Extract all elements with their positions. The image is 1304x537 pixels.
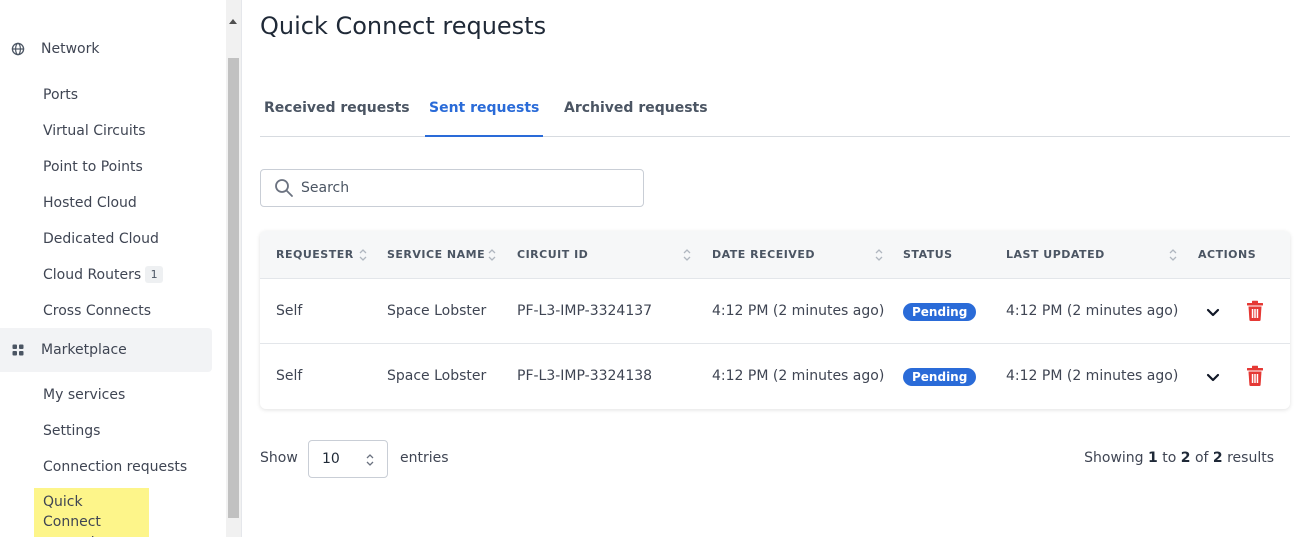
sort-icon[interactable]	[1168, 247, 1178, 263]
sidebar-item-label: Cloud Routers	[43, 267, 142, 283]
page-size-value: 10	[322, 451, 340, 467]
sidebar-item-connection-requests[interactable]: Connection requests	[43, 458, 187, 476]
delete-request-button[interactable]	[1245, 300, 1265, 322]
table-header: REQUESTER SERVICE NAME CIRCUIT ID DATE R…	[260, 231, 1290, 279]
grid-icon	[11, 343, 25, 357]
results-summary: Showing 1 to 2 of 2 results	[1084, 450, 1274, 466]
cell-service-name: Space Lobster	[387, 368, 487, 384]
sort-icon[interactable]	[487, 247, 497, 263]
sidebar-scrollbar[interactable]	[226, 0, 241, 537]
cell-circuit-id: PF-L3-IMP-3324137	[517, 303, 653, 319]
sort-icon[interactable]	[358, 247, 368, 263]
scrollbar-thumb[interactable]	[228, 58, 239, 518]
search-input[interactable]	[301, 170, 631, 206]
sidebar-section-label: Marketplace	[41, 342, 127, 358]
results-of-word: of	[1194, 450, 1209, 466]
tab-sent-requests[interactable]: Sent requests	[425, 92, 544, 137]
results-to: 2	[1180, 450, 1191, 466]
search-icon	[274, 178, 294, 198]
cell-date-received: 4:12 PM (2 minutes ago)	[712, 303, 885, 319]
sidebar-section-marketplace[interactable]: Marketplace	[0, 328, 212, 372]
cell-last-updated: 4:12 PM (2 minutes ago)	[1006, 368, 1179, 384]
sidebar-item-virtual-circuits[interactable]: Virtual Circuits	[43, 122, 146, 140]
cell-last-updated: 4:12 PM (2 minutes ago)	[1006, 303, 1179, 319]
sidebar-item-ports[interactable]: Ports	[43, 86, 78, 104]
sidebar-section-label: Network	[41, 41, 100, 57]
requests-table: REQUESTER SERVICE NAME CIRCUIT ID DATE R…	[260, 231, 1290, 409]
sidebar-item-quick-connect-requests[interactable]: Quick Connect requests	[34, 488, 149, 537]
delete-request-button[interactable]	[1245, 365, 1265, 387]
search-box[interactable]	[260, 169, 644, 207]
cell-requester: Self	[276, 368, 303, 384]
sidebar: Network Ports Virtual Circuits Point to …	[0, 0, 226, 537]
page-title: Quick Connect requests	[260, 12, 547, 40]
trash-icon	[1247, 365, 1263, 386]
globe-icon	[11, 42, 25, 56]
column-header-last-updated[interactable]: LAST UPDATED	[1006, 231, 1105, 279]
cell-service-name: Space Lobster	[387, 303, 487, 319]
sidebar-item-cloud-routers[interactable]: Cloud Routers 1	[43, 266, 164, 284]
expand-row-button[interactable]	[1204, 303, 1222, 321]
column-header-status: STATUS	[903, 248, 953, 261]
count-badge: 1	[145, 266, 164, 283]
tab-bar: Received requests Sent requests Archived…	[260, 92, 1290, 137]
cell-requester: Self	[276, 303, 303, 319]
column-header-service-name[interactable]: SERVICE NAME	[387, 231, 485, 279]
results-from: 1	[1148, 450, 1158, 466]
chevron-down-icon	[1206, 308, 1220, 317]
show-label: Show	[260, 450, 298, 466]
sidebar-item-settings[interactable]: Settings	[43, 422, 100, 440]
table-row: Self Space Lobster PF-L3-IMP-3324138 4:1…	[260, 344, 1290, 409]
sidebar-item-cross-connects[interactable]: Cross Connects	[43, 302, 151, 320]
chevron-up-down-icon	[365, 452, 375, 468]
sidebar-item-my-services[interactable]: My services	[43, 386, 125, 404]
main-content: Quick Connect requests Received requests…	[242, 0, 1304, 537]
column-header-circuit-id[interactable]: CIRCUIT ID	[517, 231, 588, 279]
column-header-date-received[interactable]: DATE RECEIVED	[712, 231, 815, 279]
table-row: Self Space Lobster PF-L3-IMP-3324137 4:1…	[260, 279, 1290, 344]
cell-date-received: 4:12 PM (2 minutes ago)	[712, 368, 885, 384]
expand-row-button[interactable]	[1204, 368, 1222, 386]
status-badge: Pending	[903, 368, 977, 386]
trash-icon	[1247, 300, 1263, 321]
results-prefix: Showing	[1084, 450, 1144, 466]
results-to-word: to	[1162, 450, 1177, 466]
tab-archived-requests[interactable]: Archived requests	[564, 92, 708, 136]
sort-icon[interactable]	[682, 247, 692, 263]
status-badge: Pending	[903, 303, 977, 321]
column-header-requester[interactable]: REQUESTER	[276, 231, 354, 279]
scroll-up-arrow-icon[interactable]	[229, 19, 237, 24]
tab-received-requests[interactable]: Received requests	[264, 92, 410, 136]
column-header-actions: ACTIONS	[1198, 248, 1257, 261]
entries-label: entries	[400, 450, 449, 466]
sort-icon[interactable]	[874, 247, 884, 263]
sidebar-item-point-to-points[interactable]: Point to Points	[43, 158, 143, 176]
sidebar-section-network[interactable]: Network	[0, 27, 212, 71]
sidebar-item-hosted-cloud[interactable]: Hosted Cloud	[43, 194, 137, 212]
chevron-down-icon	[1206, 373, 1220, 382]
results-suffix: results	[1227, 450, 1274, 466]
results-total: 2	[1212, 450, 1223, 466]
sidebar-item-dedicated-cloud[interactable]: Dedicated Cloud	[43, 230, 159, 248]
cell-circuit-id: PF-L3-IMP-3324138	[517, 368, 653, 384]
page-size-select[interactable]: 10	[308, 440, 388, 478]
